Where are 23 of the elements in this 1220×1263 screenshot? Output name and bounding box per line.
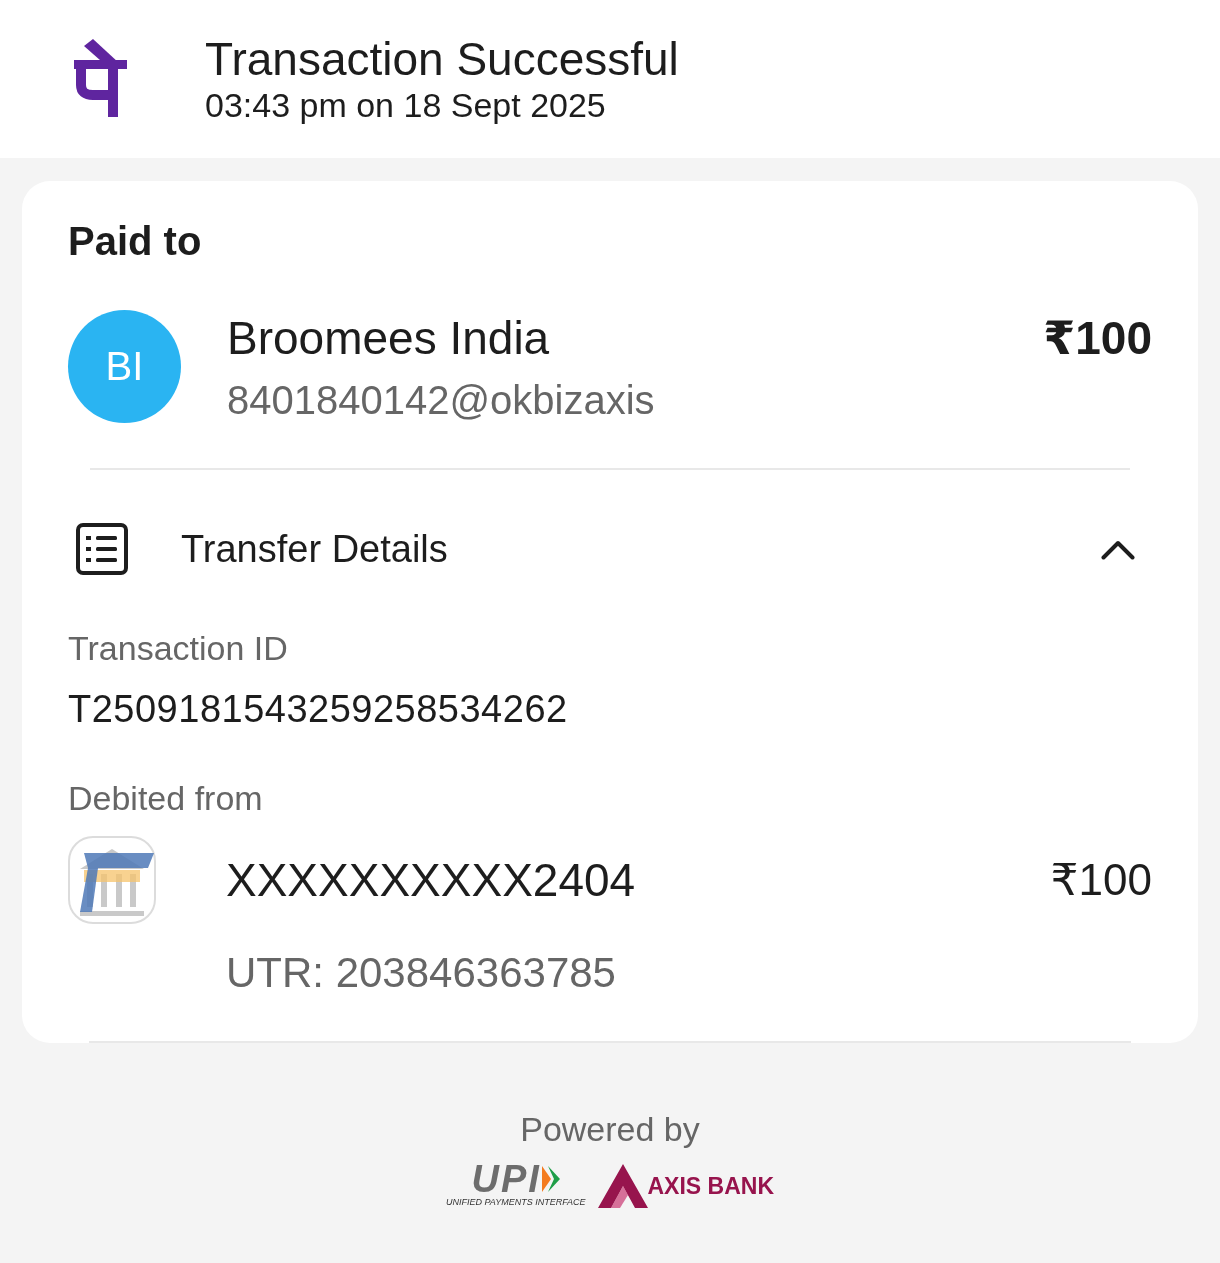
chevron-icon[interactable] xyxy=(1101,538,1135,560)
triangle-logo-icon xyxy=(597,1164,648,1208)
upi-wordmark: UPI xyxy=(471,1163,541,1195)
field-label: Transaction ID xyxy=(68,628,288,668)
status-title: Transaction Successful xyxy=(205,33,679,85)
payee-upi-id: 8401840142@okbizaxis xyxy=(227,377,655,424)
utr-number: UTR: 203846363785 xyxy=(226,948,616,998)
account-number: XXXXXXXXXX2404 xyxy=(226,853,636,907)
debited-amount: ₹100 xyxy=(1050,854,1152,906)
bank-name: AXIS BANK xyxy=(647,1172,774,1200)
avatar: BI xyxy=(68,310,181,423)
transfer-details-label: Transfer Details xyxy=(181,527,448,571)
section-heading: Paid to xyxy=(68,218,202,265)
upi-tagline: UNIFIED PAYMENTS INTERFACE xyxy=(446,1197,586,1208)
timestamp: 03:43 pm on 18 Sept 2025 xyxy=(205,85,606,125)
payee-name: Broomees India xyxy=(227,311,550,365)
arrow-icon xyxy=(541,1166,560,1192)
field-value: T2509181543259258534262 xyxy=(68,687,568,731)
list-icon xyxy=(76,523,128,575)
field-label: Debited from xyxy=(68,778,263,818)
bank-icon xyxy=(68,836,156,924)
powered-by-label: Powered by xyxy=(520,1109,700,1149)
paid-amount: ₹100 xyxy=(1043,311,1152,365)
